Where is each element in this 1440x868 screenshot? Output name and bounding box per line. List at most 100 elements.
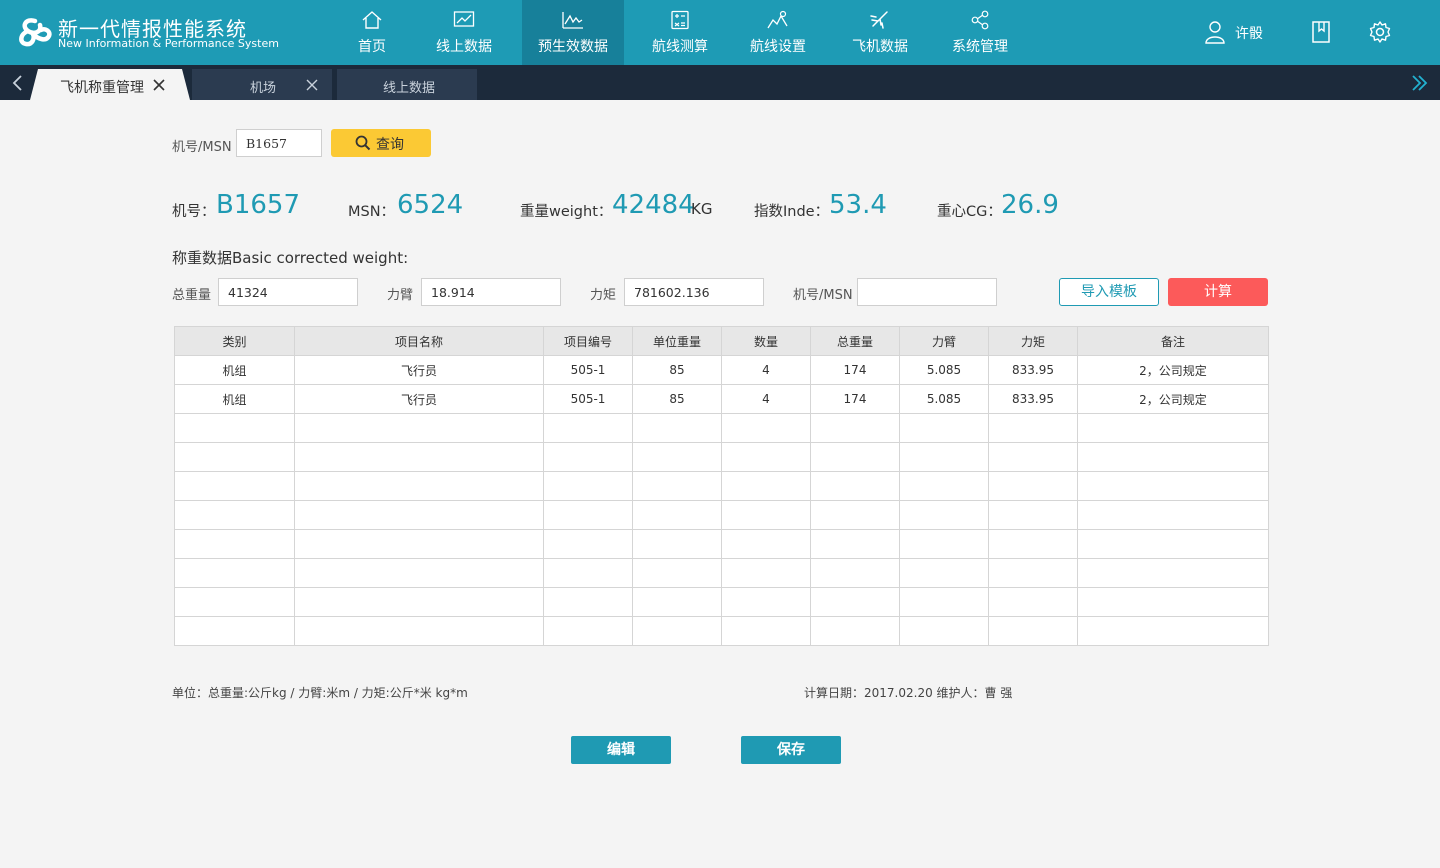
table-cell: 机组 [174,355,295,385]
table-cell [899,471,989,501]
user-name: 许骰 [1235,26,1263,42]
table-cell [988,529,1078,559]
moment-input[interactable] [624,278,764,306]
table-cell [543,558,633,588]
weight-unit: KG [691,200,713,218]
table-cell [632,587,722,617]
column-header[interactable]: 单位重量 [632,326,722,356]
table-cell [294,558,544,588]
column-header[interactable]: 备注 [1077,326,1269,356]
nav-aircraft-data[interactable]: 飞机数据 [840,0,920,65]
table-cell [988,413,1078,443]
table-cell: 2，公司规定 [1077,384,1269,414]
table-cell [899,413,989,443]
tab-aircraft-weighing[interactable]: 飞机称重管理 [44,69,180,100]
units-note: 单位：总重量:公斤kg / 力臂:米m / 力矩:公斤*米 kg*m [172,686,468,700]
table-cell [174,471,295,501]
bookmark-icon[interactable] [1309,20,1333,44]
table-cell [543,413,633,443]
column-header[interactable]: 力臂 [899,326,989,356]
table-row[interactable] [174,471,1269,501]
table-row[interactable] [174,616,1269,646]
table-cell [1077,442,1269,472]
table-row[interactable] [174,529,1269,559]
column-header[interactable]: 总重量 [810,326,900,356]
table-row[interactable] [174,413,1269,443]
table-cell [899,500,989,530]
arm-input[interactable] [421,278,561,306]
table-cell [721,529,811,559]
chevron-left-icon[interactable] [8,73,28,93]
table-row[interactable] [174,500,1269,530]
trend-chart-icon [453,11,475,27]
table-cell [988,500,1078,530]
table-cell [810,413,900,443]
double-chevron-right-icon[interactable] [1408,73,1432,93]
table-cell [988,587,1078,617]
nav-pre-effective-data[interactable]: 预生效数据 [522,0,624,65]
edit-button[interactable]: 编辑 [571,736,671,764]
msn-label: MSN： [348,204,396,220]
table-cell [294,529,544,559]
form-msn-input[interactable] [857,278,997,306]
reg-value: B1657 [216,190,301,220]
column-header[interactable]: 力矩 [988,326,1078,356]
nav-home[interactable]: 首页 [340,0,404,65]
cg-value: 26.9 [1001,190,1059,220]
table-cell [632,500,722,530]
table-cell: 833.95 [988,355,1078,385]
table-cell [543,616,633,646]
column-header[interactable]: 项目编号 [543,326,633,356]
table-cell [988,616,1078,646]
table-cell [543,587,633,617]
table-cell [174,529,295,559]
close-icon[interactable] [305,78,319,92]
tab-online-data[interactable]: 线上数据 [337,69,477,100]
search-input[interactable] [236,129,322,157]
column-header[interactable]: 类别 [174,326,295,356]
import-template-button[interactable]: 导入模板 [1059,278,1159,306]
table-cell [174,442,295,472]
table-cell: 174 [810,384,900,414]
close-icon[interactable] [152,78,166,92]
tab-airport[interactable]: 机场 [192,69,332,100]
calculator-icon [671,10,689,30]
table-cell [899,529,989,559]
calculate-button[interactable]: 计算 [1168,278,1268,306]
table-row[interactable] [174,558,1269,588]
table-cell [810,471,900,501]
table-cell [294,413,544,443]
table-row[interactable] [174,587,1269,617]
table-cell [632,558,722,588]
home-icon [362,11,382,29]
table-cell [899,616,989,646]
table-cell [988,442,1078,472]
table-row[interactable] [174,442,1269,472]
nav-route-calc[interactable]: 航线测算 [640,0,720,65]
table-cell [810,500,900,530]
moment-label: 力矩 [590,288,617,303]
column-header[interactable]: 项目名称 [294,326,544,356]
calc-date-note: 计算日期：2017.02.20 维护人：曹 强 [804,686,1013,700]
save-button[interactable]: 保存 [741,736,841,764]
table-cell [174,587,295,617]
query-button[interactable]: 查询 [331,129,431,157]
total-weight-input[interactable] [218,278,358,306]
reg-label: 机号： [172,204,216,220]
table-cell [294,587,544,617]
cg-label: 重心CG： [937,204,1002,220]
column-header[interactable]: 数量 [721,326,811,356]
nav-online-data[interactable]: 线上数据 [424,0,504,65]
gear-icon[interactable] [1368,20,1392,44]
table-cell [294,442,544,472]
tab-bar: 飞机称重管理 机场 线上数据 [0,65,1440,100]
table-header-row: 类别 项目名称 项目编号 单位重量 数量 总重量 力臂 力矩 备注 [174,326,1269,356]
table-row[interactable]: 机组 飞行员 505-1 85 4 174 5.085 833.95 2，公司规定 [174,355,1269,385]
table-cell [543,442,633,472]
table-cell [632,471,722,501]
nav-system-admin[interactable]: 系统管理 [940,0,1020,65]
table-cell: 85 [632,355,722,385]
table-cell: 85 [632,384,722,414]
table-row[interactable]: 机组 飞行员 505-1 85 4 174 5.085 833.95 2，公司规定 [174,384,1269,414]
nav-route-settings[interactable]: 航线设置 [738,0,818,65]
